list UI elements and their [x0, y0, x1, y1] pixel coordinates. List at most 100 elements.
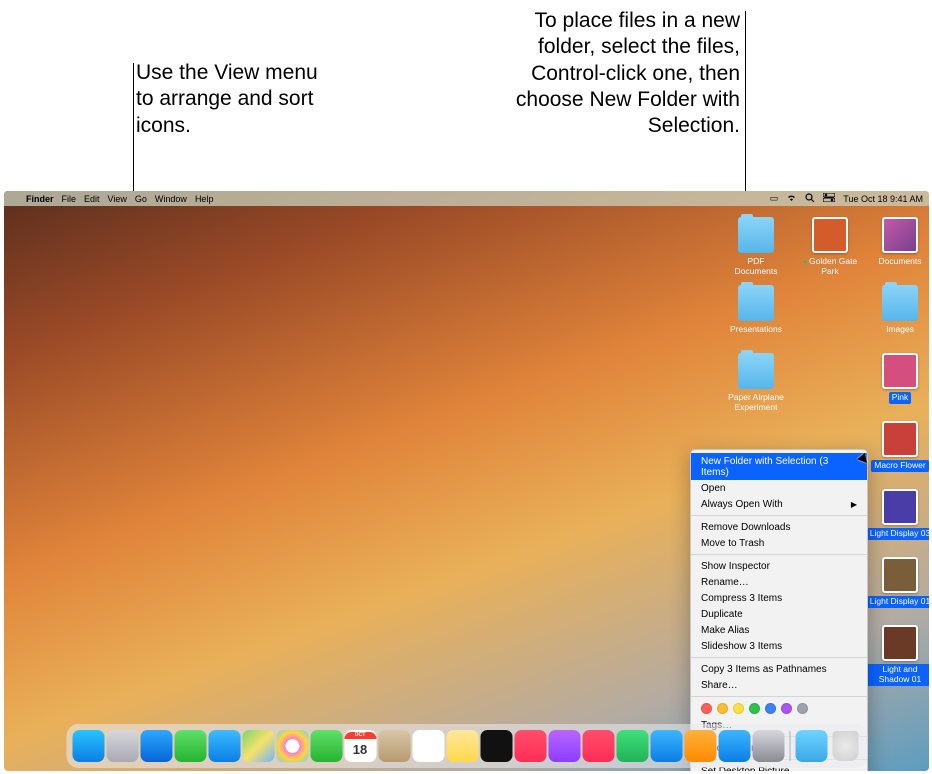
- context-item-compress[interactable]: Compress 3 Items: [691, 590, 867, 606]
- icon-label: Macro Flower: [871, 460, 928, 472]
- menu-bar: Finder File Edit View Go Window Help ▭ T…: [4, 191, 929, 206]
- dock-app-safari[interactable]: [140, 730, 172, 762]
- desktop-photo-macro-flower[interactable]: Macro Flower: [866, 421, 929, 472]
- context-item-new-folder-with-selection[interactable]: New Folder with Selection (3 Items): [691, 453, 867, 480]
- callout-text: To place files in a new folder, select t…: [516, 9, 740, 137]
- dock-app-settings[interactable]: [752, 730, 784, 762]
- desktop-photo-light-shadow-01[interactable]: Light and Shadow 01: [866, 625, 929, 686]
- tag-yellow[interactable]: [733, 703, 744, 714]
- dock-app-messages[interactable]: [174, 730, 206, 762]
- menubar-clock[interactable]: Tue Oct 18 9:41 AM: [843, 194, 923, 204]
- dock-downloads[interactable]: [795, 730, 827, 762]
- tag-gray[interactable]: [797, 703, 808, 714]
- context-item-open[interactable]: Open: [691, 480, 867, 496]
- icon-label: Golden Gate Park: [796, 256, 864, 278]
- desktop-photo-light-display-01[interactable]: Light Display 01: [866, 557, 929, 608]
- icon-label: Paper Airplane Experiment: [722, 392, 790, 414]
- dock-app-news[interactable]: [582, 730, 614, 762]
- icon-label: Light and Shadow 01: [866, 664, 929, 686]
- context-item-show-inspector[interactable]: Show Inspector: [691, 558, 867, 574]
- tag-green[interactable]: [749, 703, 760, 714]
- dock-app-notes[interactable]: [446, 730, 478, 762]
- photo-icon: [882, 557, 918, 593]
- context-menu: New Folder with Selection (3 Items) Open…: [690, 449, 868, 771]
- context-item-move-to-trash[interactable]: Move to Trash: [691, 535, 867, 551]
- dock-app-podcasts[interactable]: [548, 730, 580, 762]
- dock-app-calendar[interactable]: OCT18: [344, 730, 376, 762]
- photo-icon: [882, 625, 918, 661]
- dock-app-pages[interactable]: [684, 730, 716, 762]
- dock-app-launchpad[interactable]: [106, 730, 138, 762]
- context-item-label: Duplicate: [701, 609, 743, 620]
- icon-label: PDF Documents: [722, 256, 790, 278]
- folder-icon: [738, 285, 774, 321]
- folder-icon: [738, 353, 774, 389]
- menu-view[interactable]: View: [108, 194, 127, 204]
- tag-orange[interactable]: [717, 703, 728, 714]
- tag-red[interactable]: [701, 703, 712, 714]
- menu-go[interactable]: Go: [135, 194, 147, 204]
- dock-app-tv[interactable]: [480, 730, 512, 762]
- photo-icon: [812, 217, 848, 253]
- context-item-remove-downloads[interactable]: Remove Downloads: [691, 519, 867, 535]
- dock-app-keynote[interactable]: [650, 730, 682, 762]
- dock-app-music[interactable]: [514, 730, 546, 762]
- menu-window[interactable]: Window: [155, 194, 187, 204]
- desktop-photo-pink[interactable]: Pink: [866, 353, 929, 404]
- dock-trash[interactable]: [832, 731, 858, 761]
- icon-label: Light Display 01: [867, 596, 929, 608]
- tag-purple[interactable]: [781, 703, 792, 714]
- menu-help[interactable]: Help: [195, 194, 214, 204]
- context-separator: [691, 554, 867, 555]
- desktop-folder-documents[interactable]: Documents: [866, 217, 929, 268]
- dock-app-facetime[interactable]: [310, 730, 342, 762]
- context-item-copy-pathnames[interactable]: Copy 3 Items as Pathnames: [691, 661, 867, 677]
- dock-app-mail[interactable]: [208, 730, 240, 762]
- photo-icon: [882, 353, 918, 389]
- desktop-folder-images[interactable]: Images: [866, 285, 929, 336]
- context-item-label: Show Inspector: [701, 561, 770, 572]
- callout-view-menu: Use the View menu to arrange and sort ic…: [136, 60, 341, 139]
- dock-app-numbers[interactable]: [616, 730, 648, 762]
- context-item-label: Compress 3 Items: [701, 593, 782, 604]
- menubar-app-name[interactable]: Finder: [26, 194, 54, 204]
- icon-label: Images: [883, 324, 917, 336]
- dock-app-appstore[interactable]: [718, 730, 750, 762]
- context-separator: [691, 657, 867, 658]
- menu-file[interactable]: File: [62, 194, 77, 204]
- context-item-make-alias[interactable]: Make Alias: [691, 622, 867, 638]
- context-item-label: New Folder with Selection (3 Items): [701, 456, 857, 478]
- spotlight-icon[interactable]: [805, 193, 815, 205]
- callout-new-folder: To place files in a new folder, select t…: [480, 8, 740, 139]
- context-item-rename[interactable]: Rename…: [691, 574, 867, 590]
- desktop-folder-paper-airplane[interactable]: Paper Airplane Experiment: [722, 353, 790, 414]
- tag-blue[interactable]: [765, 703, 776, 714]
- battery-icon[interactable]: ▭: [770, 193, 779, 204]
- context-item-always-open-with[interactable]: Always Open With ▶: [691, 496, 867, 512]
- macos-desktop-screenshot: Finder File Edit View Go Window Help ▭ T…: [4, 191, 929, 771]
- desktop-folder-pdf-documents[interactable]: PDF Documents: [722, 217, 790, 278]
- wifi-icon[interactable]: [786, 193, 797, 204]
- menu-edit[interactable]: Edit: [84, 194, 100, 204]
- desktop-photo-light-display-03[interactable]: Light Display 03: [866, 489, 929, 540]
- control-center-icon[interactable]: [823, 193, 835, 204]
- icon-label: Pink: [889, 392, 912, 404]
- context-item-duplicate[interactable]: Duplicate: [691, 606, 867, 622]
- dock-app-reminders[interactable]: [412, 730, 444, 762]
- desktop-photo-golden-gate[interactable]: Golden Gate Park: [796, 217, 864, 278]
- folder-icon: [882, 285, 918, 321]
- context-item-label: Remove Downloads: [701, 522, 791, 533]
- apple-menu-icon[interactable]: [10, 194, 20, 204]
- dock-app-maps[interactable]: [242, 730, 274, 762]
- context-item-slideshow[interactable]: Slideshow 3 Items: [691, 638, 867, 654]
- dock-app-photos[interactable]: [276, 730, 308, 762]
- icon-label: Presentations: [727, 324, 785, 336]
- dock-app-contacts[interactable]: [378, 730, 410, 762]
- desktop-folder-presentations[interactable]: Presentations: [722, 285, 790, 336]
- context-item-share[interactable]: Share…: [691, 677, 867, 693]
- context-item-label: Always Open With: [701, 499, 783, 510]
- dock-app-finder[interactable]: [72, 730, 104, 762]
- dock: OCT18: [66, 724, 867, 768]
- context-item-label: Move to Trash: [701, 538, 764, 549]
- folder-icon: [738, 217, 774, 253]
